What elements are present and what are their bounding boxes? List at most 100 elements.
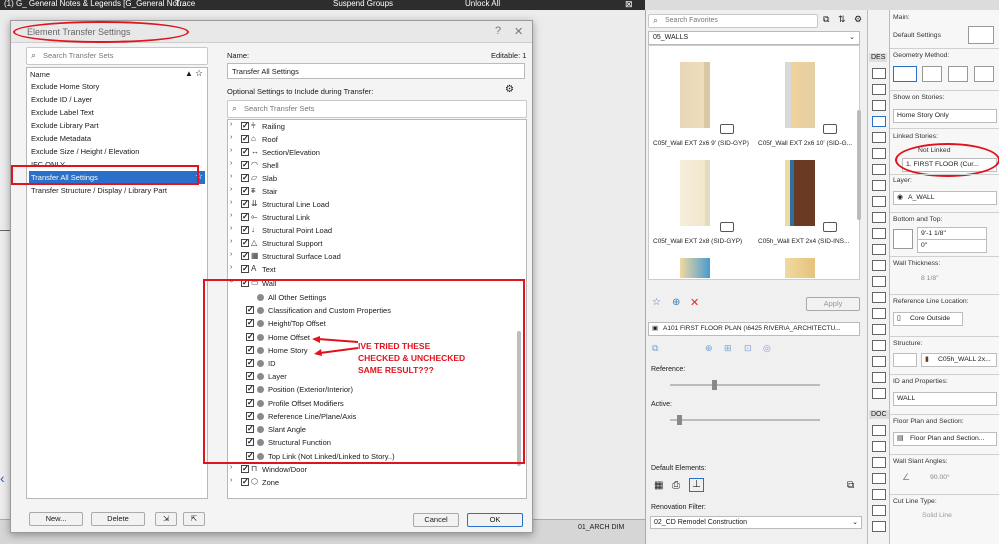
opening-tool-icon[interactable] xyxy=(872,340,886,351)
wall-thumbnail[interactable] xyxy=(785,62,815,128)
import-icon[interactable]: ⇲ xyxy=(155,512,177,526)
list-item[interactable]: Exclude Size / Height / Elevation xyxy=(29,145,205,158)
settings-search-input[interactable]: ⌕ Search Transfer Sets xyxy=(227,100,527,118)
stack-icon[interactable]: ⧉ xyxy=(847,480,854,491)
favorites-scrollbar[interactable] xyxy=(857,110,861,220)
elevation-tool-icon[interactable] xyxy=(872,521,886,532)
fill-tool-icon[interactable] xyxy=(872,489,886,500)
favorite-caption[interactable]: C05f_Wall EXT 2x6 9' (SID-GYP) xyxy=(653,140,749,147)
label-tool-icon[interactable] xyxy=(872,473,886,484)
railing-tool-icon[interactable] xyxy=(872,180,886,191)
chevron-right-icon[interactable]: › xyxy=(230,477,232,484)
checkbox[interactable]: ✓ xyxy=(241,478,249,486)
structure-type-select[interactable] xyxy=(893,353,917,367)
tool-icon[interactable]: ⊕ xyxy=(705,343,713,354)
chevron-right-icon[interactable]: › xyxy=(230,147,232,154)
cancel-button[interactable]: Cancel xyxy=(413,513,459,527)
mesh-tool-icon[interactable] xyxy=(872,324,886,335)
tool-icon[interactable]: ⊡ xyxy=(744,343,752,354)
chevron-right-icon[interactable]: › xyxy=(230,121,232,128)
object-tool-icon[interactable] xyxy=(872,292,886,303)
id-field[interactable]: WALL xyxy=(893,392,997,406)
sort-arrow-icon[interactable]: ▲ xyxy=(185,69,193,78)
checkbox[interactable]: ✓ xyxy=(241,161,249,169)
arrow-left-icon[interactable]: ‹ xyxy=(0,470,5,486)
tree-item-roof[interactable]: › ✓ ⌂ Roof xyxy=(230,134,500,147)
save-favorite-icon[interactable]: ⊕ xyxy=(672,297,680,308)
favorites-tool-icon[interactable]: ⧉ xyxy=(823,14,829,25)
beam-tool-icon[interactable] xyxy=(872,100,886,111)
favorite-star-icon[interactable]: ☆ xyxy=(195,68,203,79)
tree-item-structural-link[interactable]: › ✓ ⟜ Structural Link xyxy=(230,212,500,225)
checkbox[interactable]: ✓ xyxy=(241,135,249,143)
checkbox[interactable]: ✓ xyxy=(241,148,249,156)
tree-item-shell[interactable]: › ✓ ◠ Shell xyxy=(230,160,500,173)
reference-slider-thumb[interactable] xyxy=(712,380,717,390)
checkbox[interactable]: ✓ xyxy=(241,187,249,195)
tool-icon[interactable]: ⊞ xyxy=(724,343,732,354)
help-icon[interactable]: ? xyxy=(495,25,501,37)
close-icon[interactable]: ⊠ xyxy=(625,0,633,10)
trace-label[interactable]: Trace xyxy=(175,0,195,8)
layer-select[interactable]: ◉ A_WALL xyxy=(893,191,997,205)
new-button[interactable]: New... xyxy=(29,512,83,526)
settings-button[interactable] xyxy=(968,26,994,44)
tree-item-text[interactable]: › ✓ A Text xyxy=(230,264,500,277)
window-tool-icon[interactable] xyxy=(872,212,886,223)
unlock-all-label[interactable]: Unlock All xyxy=(465,0,500,8)
slant-angle-value[interactable]: 90.00° xyxy=(930,474,950,481)
straight-wall-icon[interactable] xyxy=(893,66,917,82)
chevron-right-icon[interactable]: › xyxy=(230,464,232,471)
layer-tab[interactable]: 01_ARCH DIM xyxy=(578,524,624,531)
chevron-right-icon[interactable]: › xyxy=(230,173,232,180)
list-item[interactable]: Exclude Library Part xyxy=(29,119,205,132)
text-tool-icon[interactable] xyxy=(872,457,886,468)
tree-item-structural-line-load[interactable]: › ✓ ⇊ Structural Line Load xyxy=(230,199,500,212)
tree-item-section[interactable]: › ✓ ↔ Section/Elevation xyxy=(230,147,500,160)
polyline-tool-icon[interactable] xyxy=(872,388,886,399)
show-on-stories-select[interactable]: Home Story Only xyxy=(893,109,997,123)
tree-item-stair[interactable]: › ✓ ⩨ Stair xyxy=(230,186,500,199)
tree-item-structural-support[interactable]: › ✓ △ Structural Support xyxy=(230,238,500,251)
checkbox[interactable]: ✓ xyxy=(241,200,249,208)
chevron-right-icon[interactable]: › xyxy=(230,251,232,258)
tree-item-structural-point-load[interactable]: › ✓ ↓ Structural Point Load xyxy=(230,225,500,238)
wall-thumbnail[interactable] xyxy=(785,160,815,226)
gear-icon[interactable]: ⚙ xyxy=(854,14,862,25)
wall-thickness-field[interactable]: 8 1/8" xyxy=(917,272,987,286)
printer-icon[interactable]: ⎙ xyxy=(672,480,680,491)
column-icon[interactable]: ⊥ xyxy=(689,478,704,492)
checkbox[interactable]: ✓ xyxy=(241,265,249,273)
section-tool-icon[interactable] xyxy=(872,505,886,516)
checkbox[interactable]: ✓ xyxy=(241,239,249,247)
reference-slider[interactable] xyxy=(670,384,820,386)
door-tool-icon[interactable] xyxy=(872,196,886,207)
column-tool-icon[interactable] xyxy=(872,84,886,95)
chevron-right-icon[interactable]: › xyxy=(230,238,232,245)
chevron-right-icon[interactable]: › xyxy=(230,134,232,141)
tree-item-zone[interactable]: › ✓ ⬡ Zone xyxy=(230,477,500,490)
list-item[interactable]: Exclude Metadata xyxy=(29,132,205,145)
tree-item-structural-surface-load[interactable]: › ✓ ▦ Structural Surface Load xyxy=(230,251,500,264)
reference-line-select[interactable]: ▯ Core Outside xyxy=(893,312,963,326)
cut-line-value[interactable]: Solid Line xyxy=(922,512,952,519)
eye-icon[interactable]: ◉ xyxy=(897,193,903,201)
list-header[interactable]: Name xyxy=(30,70,50,79)
file-tab-label[interactable]: (1) G_ General Notes & Legends [G_Genera… xyxy=(4,0,186,8)
favorites-search-input[interactable]: ⌕ Search Favorites xyxy=(648,14,818,28)
chevron-right-icon[interactable]: › xyxy=(230,225,232,232)
stair-tool-icon[interactable] xyxy=(872,164,886,175)
chevron-right-icon[interactable]: › xyxy=(230,212,232,219)
chevron-right-icon[interactable]: › xyxy=(230,264,232,271)
favorite-caption[interactable]: C05h_Wall EXT 2x4 (SID-INS... xyxy=(758,238,849,245)
list-item[interactable]: Exclude Label Text xyxy=(29,106,205,119)
list-item[interactable]: Exclude ID / Layer xyxy=(29,93,205,106)
renovation-filter-select[interactable]: 02_CD Remodel Construction ⌄ xyxy=(650,516,862,529)
favorites-folder-select[interactable]: 05_WALLS ⌄ xyxy=(648,31,860,45)
skylight-tool-icon[interactable] xyxy=(872,228,886,239)
tool-icon[interactable]: ◎ xyxy=(763,343,771,354)
delete-favorite-icon[interactable]: ✕ xyxy=(690,296,699,309)
wall-thumbnail[interactable] xyxy=(680,62,710,128)
checkbox[interactable]: ✓ xyxy=(241,174,249,182)
lamp-tool-icon[interactable] xyxy=(872,308,886,319)
